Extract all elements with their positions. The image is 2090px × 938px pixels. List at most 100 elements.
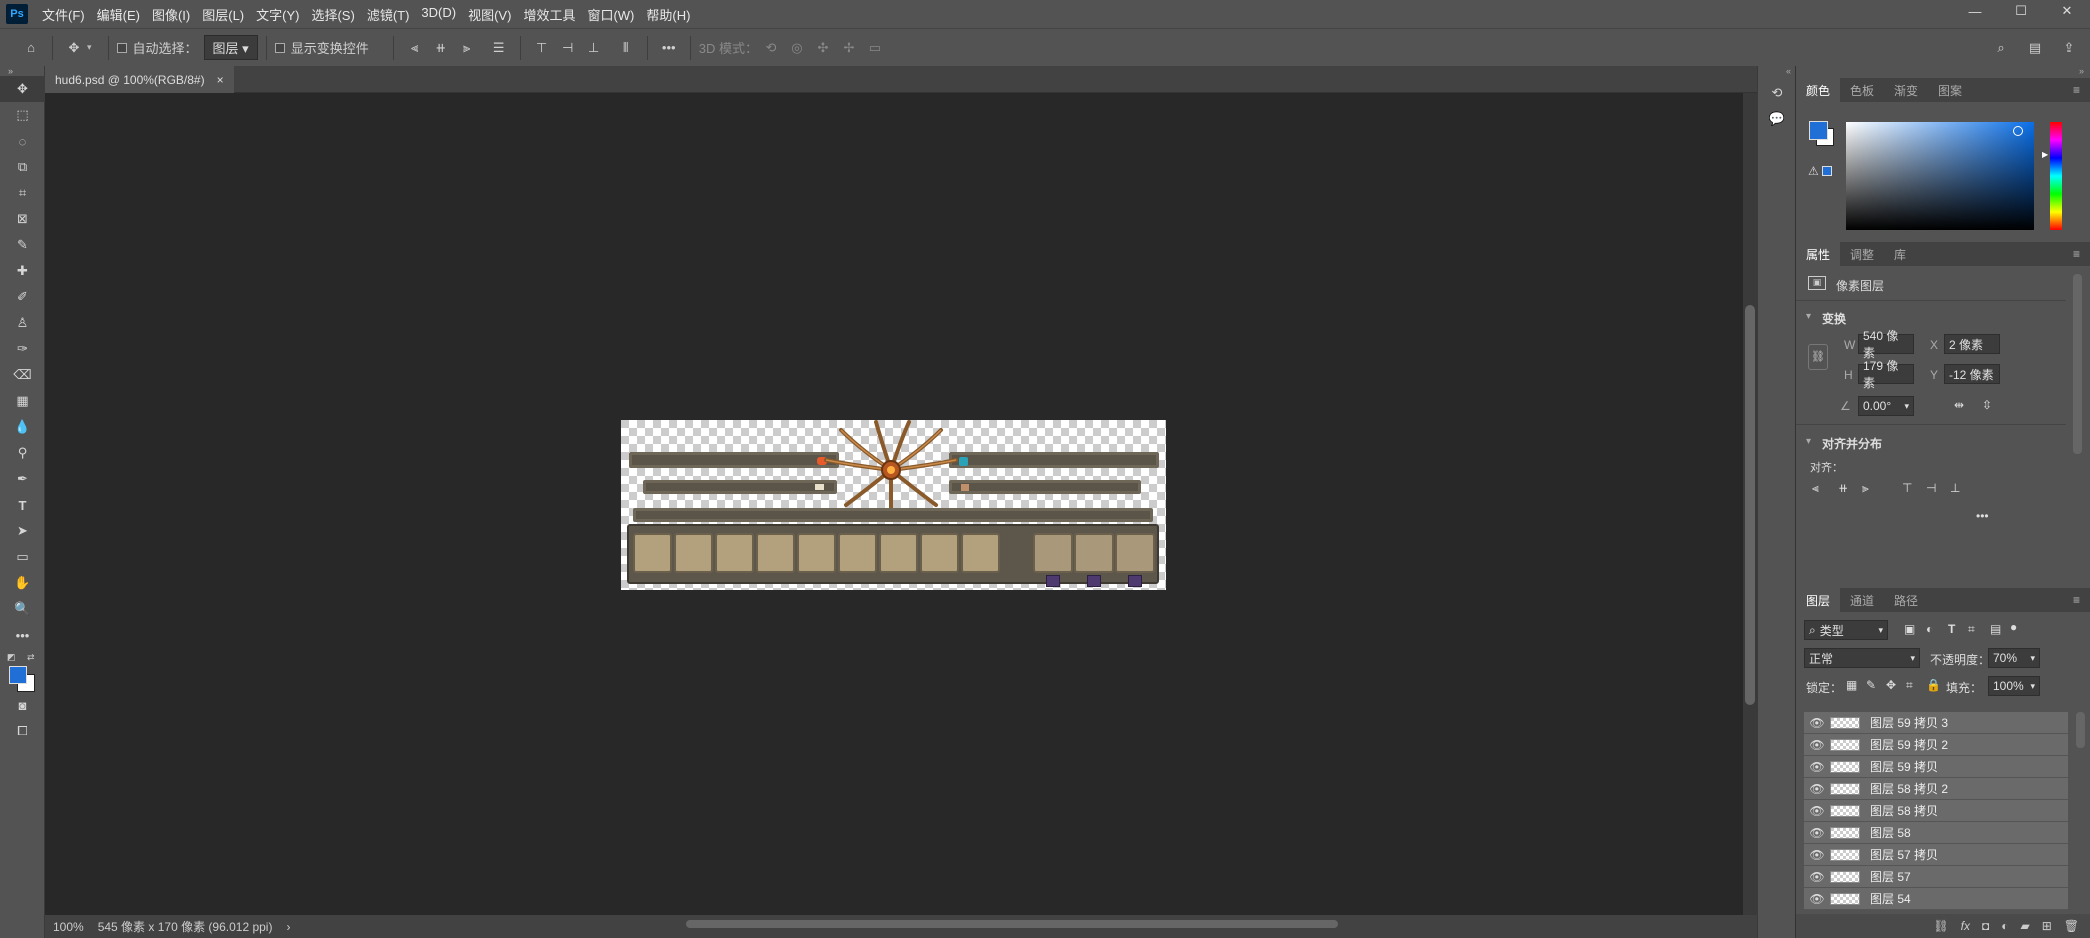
menu-item[interactable]: 编辑(E) [91, 5, 146, 24]
lock-all-icon[interactable]: 🔒 [1926, 678, 1941, 692]
collapse-icon[interactable]: » [0, 66, 44, 76]
marquee-tool-icon[interactable]: ⬚ [0, 102, 45, 128]
flip-horizontal-icon[interactable]: ⇹ [1954, 398, 1964, 412]
link-dimensions-icon[interactable]: ⛓ [1808, 344, 1828, 370]
add-mask-icon[interactable]: ◘ [1982, 919, 1989, 933]
move-tool-icon[interactable]: ✥ [61, 35, 87, 61]
brush-tool-icon[interactable]: ✐ [0, 284, 45, 310]
align-middle-v-icon[interactable]: ⊣ [1926, 481, 1936, 495]
close-tab-icon[interactable]: × [217, 73, 224, 87]
delete-layer-icon[interactable]: 🗑 [2064, 919, 2079, 933]
stamp-tool-icon[interactable]: ♙ [0, 310, 45, 336]
foreground-color-swatch[interactable] [9, 666, 27, 684]
distribute-v-icon[interactable]: ⦀ [613, 35, 639, 61]
filter-toggle-icon[interactable]: ● [2010, 620, 2017, 634]
y-field[interactable]: -12 像素 [1944, 364, 2000, 384]
3d-orbit-icon[interactable]: ⟲ [758, 35, 784, 61]
panel-menu-icon[interactable]: ≡ [2063, 78, 2090, 102]
chevron-down-icon[interactable]: ▾ [87, 42, 92, 53]
menu-item[interactable]: 视图(V) [462, 5, 517, 24]
tab-paths[interactable]: 路径 [1884, 588, 1928, 612]
eraser-tool-icon[interactable]: ⌫ [0, 362, 45, 388]
gamut-warning-icon[interactable]: ⚠ [1808, 164, 1819, 178]
align-center-h-icon[interactable]: ⧺ [1838, 481, 1848, 495]
frame-tool-icon[interactable]: ⊠ [0, 206, 45, 232]
fx-icon[interactable]: fx [1961, 919, 1970, 933]
more-tools-icon[interactable]: ••• [0, 622, 45, 648]
quick-mask-icon[interactable]: ◙ [0, 692, 45, 718]
close-button[interactable]: ✕ [2044, 0, 2090, 22]
3d-pan-icon[interactable]: ✣ [810, 35, 836, 61]
menu-item[interactable]: 增效工具 [517, 5, 581, 24]
flip-vertical-icon[interactable]: ⇳ [1982, 398, 1992, 412]
angle-field[interactable]: 0.00° ▾ [1858, 396, 1914, 416]
menu-item[interactable]: 3D(D) [415, 5, 462, 24]
align-middle-v-icon[interactable]: ⊣ [555, 35, 581, 61]
lock-transparent-icon[interactable]: ▦ [1846, 678, 1857, 692]
tab-layers[interactable]: 图层 [1796, 588, 1841, 612]
menu-item[interactable]: 滤镜(T) [361, 5, 416, 24]
properties-scrollbar[interactable] [2073, 274, 2082, 454]
tab-libraries[interactable]: 库 [1884, 242, 1916, 266]
layer-row[interactable]: 👁 图层 54 [1804, 888, 2068, 910]
screen-mode-icon[interactable]: ⧠ [0, 718, 45, 744]
type-tool-icon[interactable]: T [0, 492, 45, 518]
layer-row[interactable]: 👁 图层 57 拷贝 [1804, 844, 2068, 866]
color-field[interactable] [1846, 122, 2034, 230]
new-adjustment-icon[interactable]: ◐ [2001, 919, 2008, 933]
layer-row[interactable]: 👁 图层 58 拷贝 [1804, 800, 2068, 822]
filter-smart-object-icon[interactable]: ▤ [1990, 622, 2001, 636]
history-brush-tool-icon[interactable]: ✑ [0, 336, 45, 362]
history-icon[interactable]: ⟲ [1758, 80, 1796, 106]
show-transform-checkbox[interactable] [274, 42, 285, 53]
eye-icon[interactable]: 👁 [1804, 826, 1830, 840]
layer-row[interactable]: 👁 图层 59 拷贝 [1804, 756, 2068, 778]
chevron-down-icon[interactable]: ▾ [1806, 311, 1811, 322]
new-group-icon[interactable]: ▰ [2020, 919, 2029, 933]
opacity-field[interactable]: 70% ▾ [1988, 648, 2040, 668]
vertical-scrollbar[interactable] [1743, 93, 1757, 915]
swap-colors-icon[interactable]: ⇄ [27, 652, 35, 663]
eye-icon[interactable]: 👁 [1804, 870, 1830, 884]
3d-slide-icon[interactable]: ✢ [836, 35, 862, 61]
path-select-tool-icon[interactable]: ➤ [0, 518, 45, 544]
hand-tool-icon[interactable]: ✋ [0, 570, 45, 596]
eye-icon[interactable]: 👁 [1804, 804, 1830, 818]
gradient-tool-icon[interactable]: ▦ [0, 388, 45, 414]
filter-adjustment-icon[interactable]: ◐ [1926, 622, 1933, 636]
document-tab[interactable]: hud6.psd @ 100%(RGB/8#) × [45, 66, 234, 93]
lasso-tool-icon[interactable]: ◌ [0, 128, 45, 154]
align-left-icon[interactable]: ⫷ [402, 35, 428, 61]
fg-color-chip[interactable] [1809, 121, 1828, 140]
align-center-h-icon[interactable]: ⧺ [428, 35, 454, 61]
rectangle-tool-icon[interactable]: ▭ [0, 544, 45, 570]
filter-shape-icon[interactable]: ⌗ [1968, 622, 1975, 637]
zoom-level[interactable]: 100% [53, 920, 84, 934]
layer-row[interactable]: 👁 图层 58 拷贝 2 [1804, 778, 2068, 800]
distribute-icon[interactable]: ☰ [486, 35, 512, 61]
horizontal-scrollbar[interactable] [280, 917, 1740, 929]
align-left-icon[interactable]: ⫷ [1812, 481, 1819, 496]
x-field[interactable]: 2 像素 [1944, 334, 2000, 354]
tab-properties[interactable]: 属性 [1796, 242, 1841, 266]
link-layers-icon[interactable]: ⛓ [1933, 919, 1948, 933]
eye-icon[interactable]: 👁 [1804, 848, 1830, 862]
home-icon[interactable]: ⌂ [18, 35, 44, 61]
width-field[interactable]: 540 像素 [1858, 329, 1914, 360]
auto-select-checkbox[interactable] [116, 42, 127, 53]
eye-icon[interactable]: 👁 [1804, 760, 1830, 774]
color-picker-cursor[interactable] [2013, 126, 2023, 136]
tab-patterns[interactable]: 图案 [1928, 78, 1972, 102]
menu-item[interactable]: 帮助(H) [640, 5, 696, 24]
minimize-button[interactable]: — [1952, 0, 1998, 22]
healing-brush-tool-icon[interactable]: ✚ [0, 258, 45, 284]
height-field[interactable]: 179 像素 [1858, 359, 1914, 390]
lock-pixels-icon[interactable]: ✎ [1866, 678, 1876, 692]
align-bottom-icon[interactable]: ⊥ [581, 35, 607, 61]
tab-channels[interactable]: 通道 [1840, 588, 1884, 612]
panel-menu-icon[interactable]: ≡ [2063, 242, 2090, 266]
chevron-down-icon[interactable]: ▾ [1806, 436, 1811, 447]
collapse-icon[interactable]: « [1758, 66, 1795, 80]
layer-row[interactable]: 👁 图层 59 拷贝 3 [1804, 712, 2068, 734]
align-top-icon[interactable]: ⊤ [1902, 481, 1912, 495]
